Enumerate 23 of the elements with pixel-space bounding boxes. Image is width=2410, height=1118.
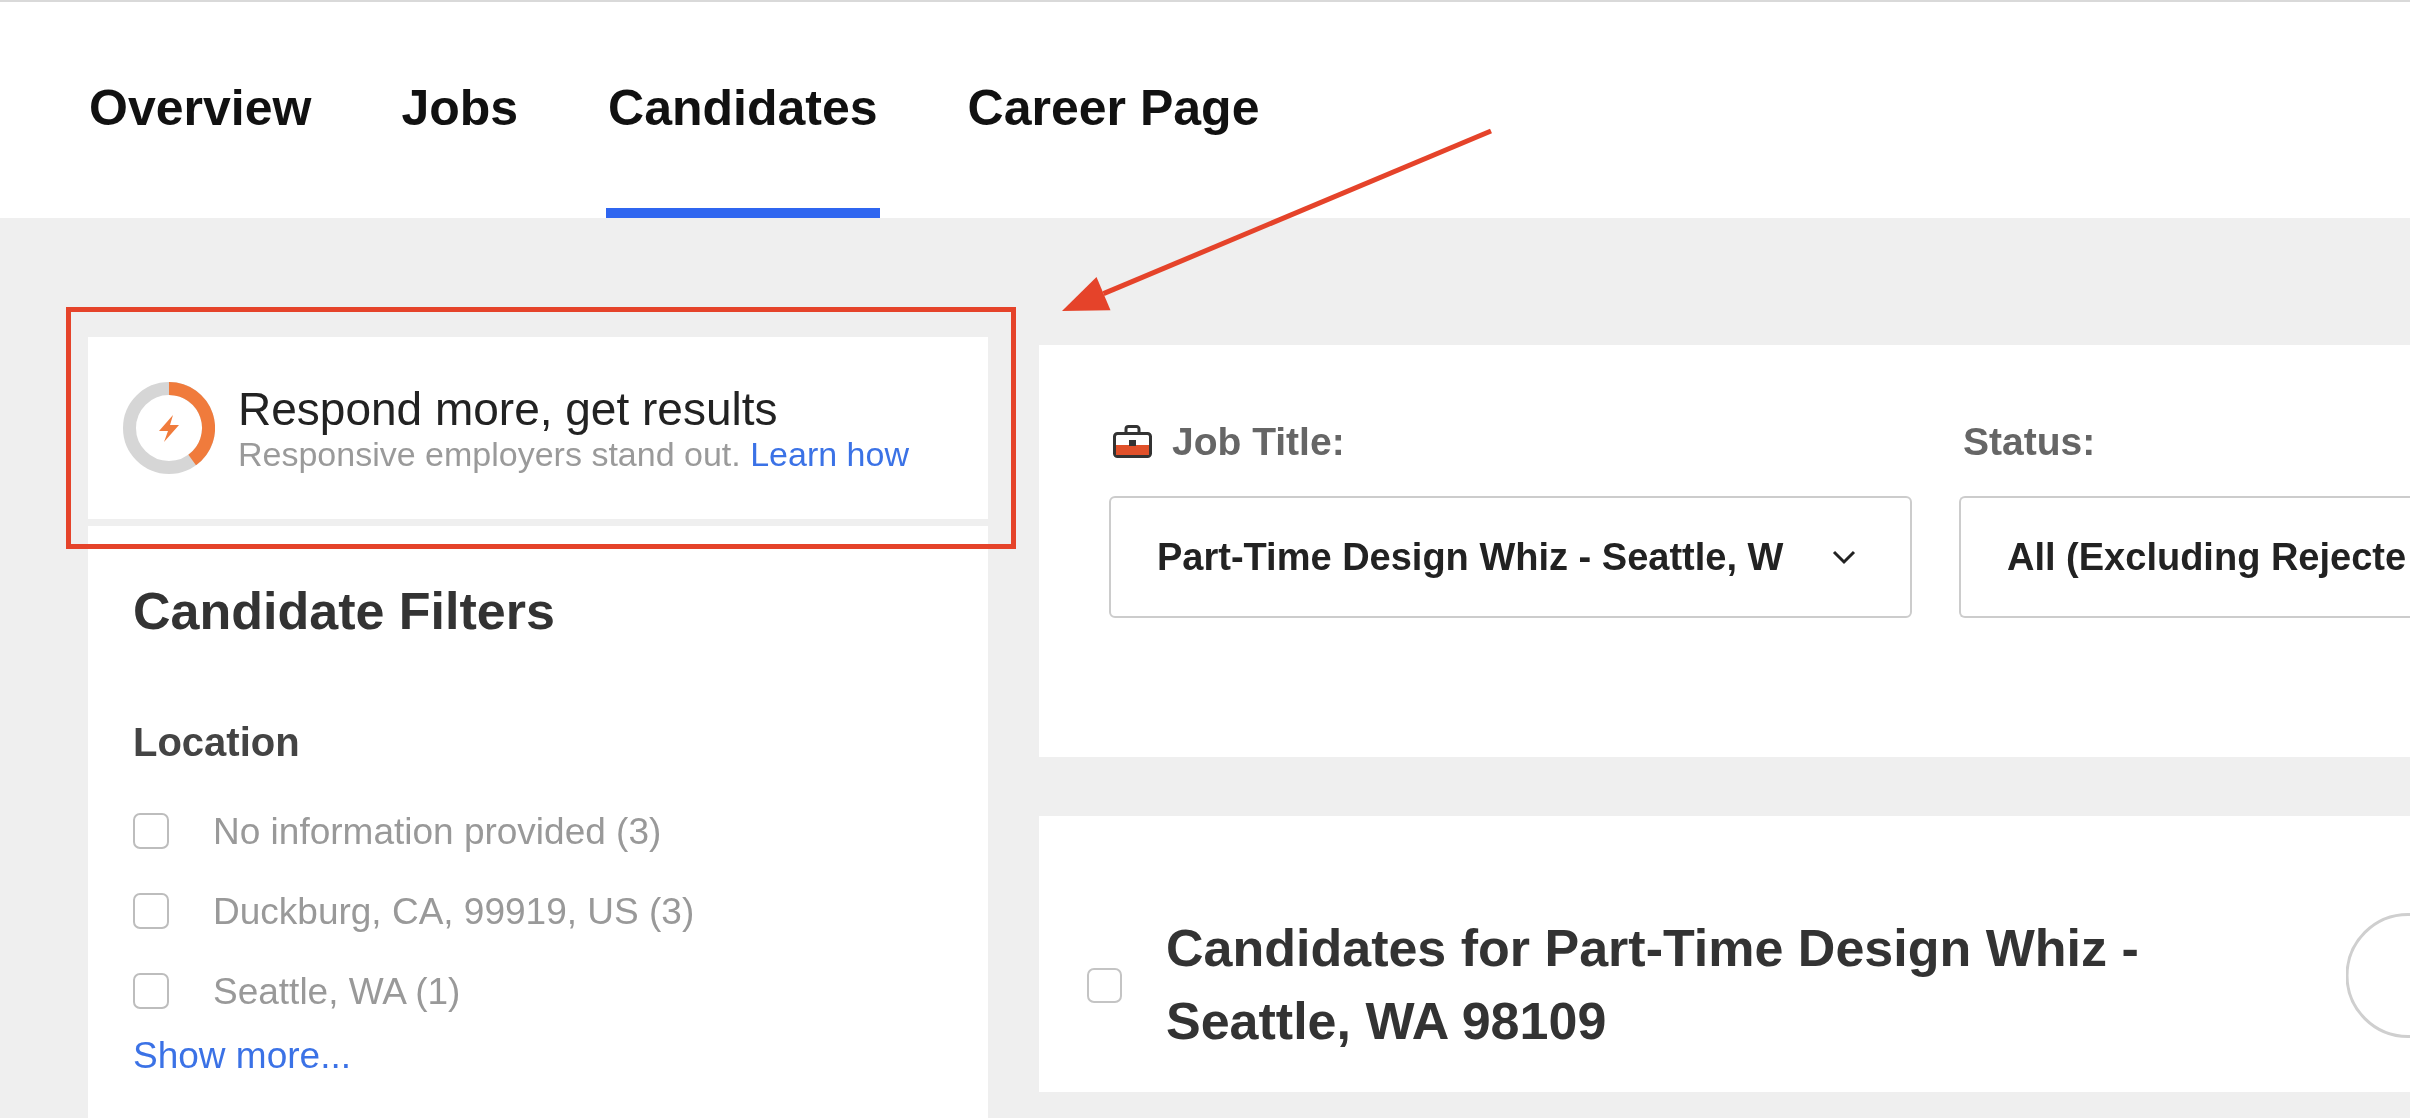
learn-how-link[interactable]: Learn how (750, 434, 909, 473)
nav-tab[interactable]: Overview (87, 83, 314, 218)
section-heading: Location (133, 722, 300, 762)
show-more-link[interactable]: Show more... (133, 1037, 351, 1074)
promo-text: Responsive employers stand out. Learn how (238, 436, 909, 471)
checkbox[interactable] (133, 813, 169, 849)
nav-tab[interactable]: Jobs (399, 83, 521, 218)
briefcase-icon (1113, 425, 1152, 458)
option-label: Seattle, WA (1) (213, 972, 461, 1010)
checkbox[interactable] (133, 893, 169, 929)
checkbox[interactable] (1087, 967, 1122, 1003)
dropdown[interactable]: All (Excluding Rejecte (1959, 496, 2410, 618)
field-label: Job Title: (1172, 422, 1345, 461)
lightning-ring-icon (123, 382, 215, 474)
option-label: Duckburg, CA, 99919, US (3) (213, 892, 695, 930)
candidate-list-title: Candidates for Part-Time Design Whiz - Seattle, WA 98109 (1166, 918, 2140, 1052)
checkbox[interactable] (133, 973, 169, 1009)
dropdown[interactable]: Part-Time Design Whiz - Seattle, W (1109, 496, 1912, 618)
field-label: Status: (1963, 422, 2096, 461)
nav-tab[interactable]: Career Page (965, 83, 1262, 218)
filters-heading: Candidate Filters (133, 585, 555, 637)
option-label: No information provided (3) (213, 812, 662, 850)
chevron-down-icon (1831, 549, 1857, 565)
